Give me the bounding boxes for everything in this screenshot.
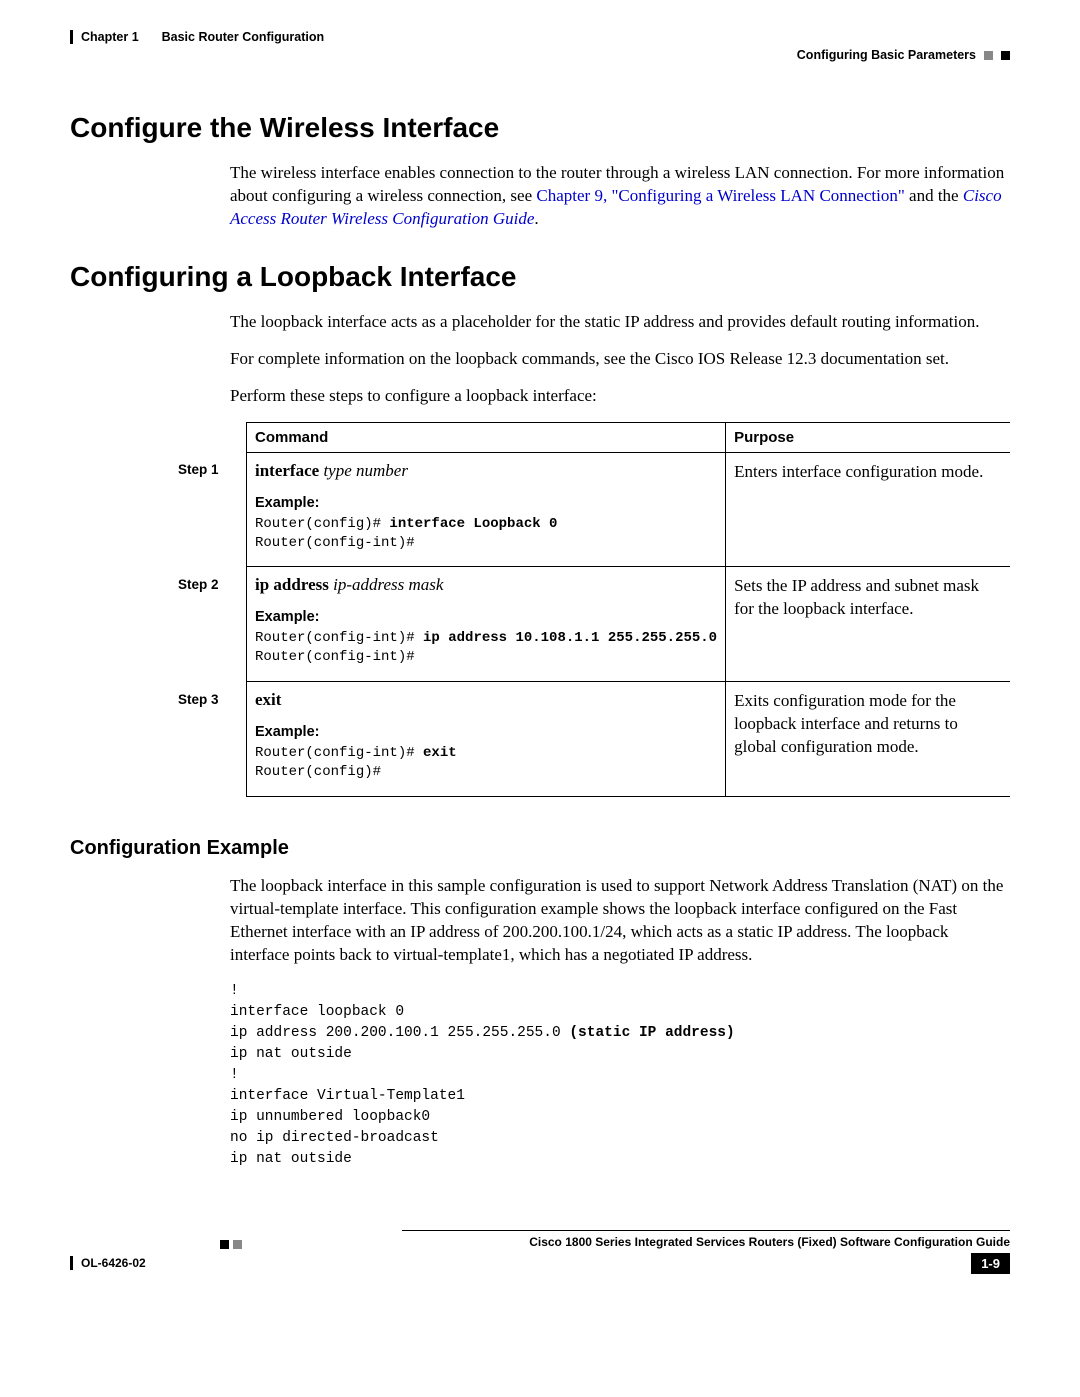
purpose-text: Sets the IP address and subnet mask for … [734,575,1002,621]
purpose-text: Enters interface configuration mode. [734,461,1002,484]
subsection-heading-config-example: Configuration Example [70,837,1010,860]
footer-square-icon [220,1240,229,1249]
footer-square-light-icon [233,1240,242,1249]
purpose-text: Exits configuration mode for the loopbac… [734,690,1002,759]
command-syntax: interface type number [255,461,717,481]
example-label: Example: [255,495,717,511]
table-row: Step 1 interface type number Example: Ro… [170,452,1010,567]
step-label: Step 3 [170,682,247,797]
table-head-command: Command [247,422,726,452]
loopback-para1: The loopback interface acts as a placeho… [230,311,1010,334]
chapter-title: Basic Router Configuration [162,30,325,44]
command-syntax: ip address ip-address mask [255,575,717,595]
config-example-para: The loopback interface in this sample co… [230,875,1010,967]
loopback-para3: Perform these steps to configure a loopb… [230,385,1010,408]
loopback-para2: For complete information on the loopback… [230,348,1010,371]
section-heading-loopback: Configuring a Loopback Interface [70,261,1010,293]
page-footer: Cisco 1800 Series Integrated Services Ro… [70,1230,1010,1274]
example-code: Router(config-int)# ip address 10.108.1.… [255,629,717,667]
table-head-purpose: Purpose [726,422,1010,452]
example-code: Router(config)# interface Loopback 0 Rou… [255,515,717,553]
step-label: Step 1 [170,452,247,567]
step-label: Step 2 [170,567,247,682]
table-head-step [170,422,247,452]
command-syntax: exit [255,690,717,710]
header-bar-icon [70,30,73,44]
example-code: Router(config-int)# exit Router(config)# [255,744,717,782]
doc-id: OL-6426-02 [81,1256,146,1270]
footer-guide-title: Cisco 1800 Series Integrated Services Ro… [402,1230,1010,1249]
section-heading-wireless: Configure the Wireless Interface [70,112,1010,144]
example-label: Example: [255,724,717,740]
wireless-mid: and the [905,186,963,205]
header-square-icon [1001,51,1010,60]
chapter-number: Chapter 1 [81,30,139,44]
footer-bar-icon [70,1256,73,1270]
config-code-block: ! interface loopback 0 ip address 200.20… [230,981,1010,1170]
command-table: Command Purpose Step 1 interface type nu… [170,422,1010,797]
table-row: Step 2 ip address ip-address mask Exampl… [170,567,1010,682]
wireless-paragraph: The wireless interface enables connectio… [230,162,1010,231]
table-row: Step 3 exit Example: Router(config-int)#… [170,682,1010,797]
header-square-light-icon [984,51,993,60]
wireless-end: . [534,209,538,228]
subheader-title: Configuring Basic Parameters [797,48,976,62]
page-number: 1-9 [971,1253,1010,1274]
example-label: Example: [255,609,717,625]
link-chapter9[interactable]: Chapter 9, "Configuring a Wireless LAN C… [536,186,904,205]
running-header: Chapter 1 Basic Router Configuration Con… [70,30,1010,62]
